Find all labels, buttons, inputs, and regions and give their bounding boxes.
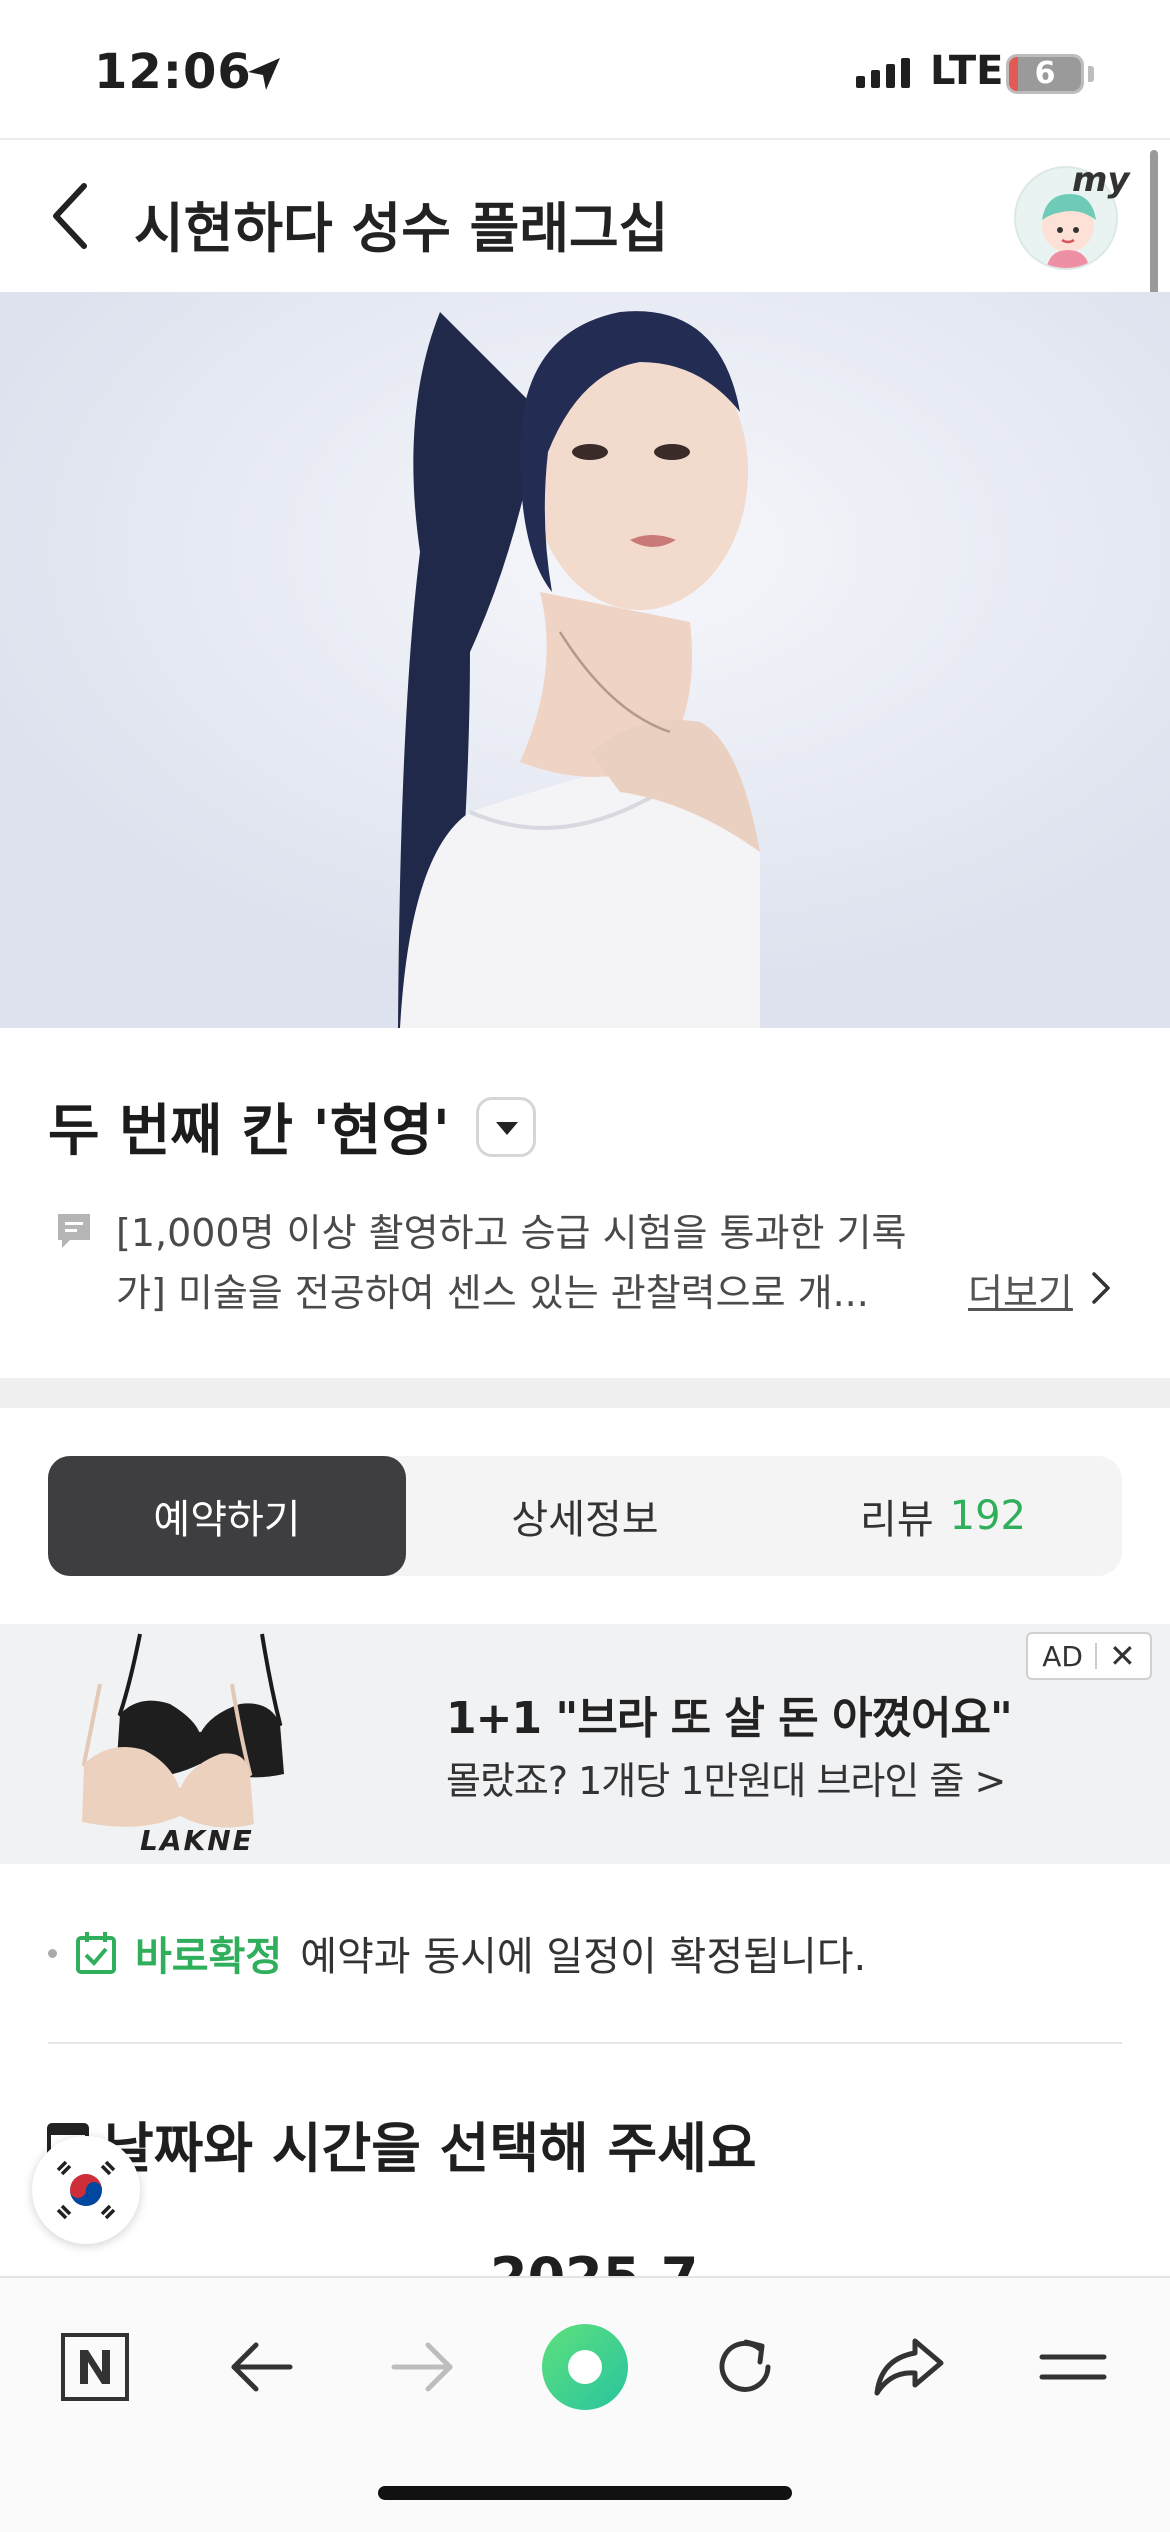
designer-description-line2: 가] 미술을 전공하여 센스 있는 관찰력으로 개... (116, 1271, 869, 1315)
my-badge: my (1072, 160, 1130, 200)
review-count: 192 (949, 1493, 1026, 1539)
signal-icon (856, 58, 910, 88)
home-indicator[interactable] (378, 2486, 792, 2500)
network-label: LTE (930, 48, 1004, 94)
instant-confirm-text: 예약과 동시에 일정이 확정됩니다. (300, 1934, 867, 1980)
korea-flag-icon (56, 2160, 116, 2220)
tab-reviews-label: 리뷰 (860, 1497, 934, 1543)
designer-description-line1: [1,000명 이상 촬영하고 승급 시험을 통과한 기록 (116, 1211, 907, 1255)
portrait-illustration (0, 292, 1170, 1028)
green-dot-glyph (542, 2324, 628, 2410)
status-bar: 12:06 LTE 6 (0, 0, 1170, 140)
chevron-left-icon[interactable] (44, 178, 104, 254)
page-header: 시현하다 성수 플래그십 my (0, 142, 1170, 292)
designer-name: 두 번째 칸 '현영' (48, 1099, 450, 1164)
refresh-icon[interactable] (700, 2322, 790, 2412)
battery-cap (1088, 66, 1094, 82)
instant-confirm-row: 바로확정 예약과 동시에 일정이 확정됩니다. (48, 1924, 866, 1982)
ad-label: AD (1042, 1639, 1083, 1673)
hero-portrait-image (0, 292, 1170, 1028)
tab-bar: 예약하기 상세정보 리뷰 192 (48, 1456, 1122, 1576)
forward-arrow-icon[interactable] (378, 2322, 468, 2412)
share-glyph (874, 2338, 944, 2396)
tab-booking-label: 예약하기 (153, 1497, 301, 1543)
status-time: 12:06 (94, 44, 252, 100)
more-link[interactable]: 더보기 (968, 1262, 1073, 1317)
location-arrow-icon (248, 58, 280, 90)
bullet (48, 1948, 57, 1958)
ad-badge-separator (1094, 1643, 1097, 1669)
close-icon[interactable]: ✕ (1109, 1637, 1136, 1675)
language-button[interactable] (32, 2136, 140, 2244)
ad-subtext: 몰랐죠? 1개당 1만원대 브라인 줄 > (446, 1759, 1006, 1803)
calendar-check-icon (76, 1932, 116, 1974)
tab-reviews[interactable]: 리뷰 192 (764, 1456, 1122, 1576)
section-divider (0, 1378, 1170, 1408)
battery-icon: 6 (1006, 54, 1084, 94)
ad-headline: 1+1 "브라 또 살 돈 아꼈어요" (446, 1693, 1013, 1744)
divider-line (48, 2042, 1122, 2044)
forward-arrow-glyph (391, 2342, 453, 2392)
tab-details[interactable]: 상세정보 (406, 1456, 764, 1576)
chevron-right-icon[interactable] (1088, 1270, 1112, 1306)
share-icon[interactable] (864, 2322, 954, 2412)
tab-details-label: 상세정보 (511, 1497, 659, 1543)
refresh-glyph (719, 2339, 771, 2392)
battery-fill (1009, 57, 1018, 91)
ad-brand: LAKNE (140, 1824, 254, 1857)
speech-bubble-icon (58, 1214, 90, 1248)
designer-dropdown-button[interactable] (475, 1096, 536, 1157)
page-title: 시현하다 성수 플래그십 (134, 197, 669, 260)
ad-badge[interactable]: AD ✕ (1026, 1632, 1152, 1680)
battery-level: 6 (1009, 57, 1081, 91)
ad-product-image (81, 1633, 284, 1828)
tab-booking[interactable]: 예약하기 (48, 1456, 406, 1576)
back-arrow-icon[interactable] (216, 2322, 306, 2412)
naver-n-icon[interactable] (50, 2322, 140, 2412)
ad-banner[interactable]: LAKNE AD ✕ 1+1 "브라 또 살 돈 아꼈어요" 몰랐죠? 1개당 … (0, 1624, 1170, 1864)
menu-glyph (1039, 2354, 1107, 2380)
designer-title-row: 두 번째 칸 '현영' (48, 1086, 536, 1167)
naver-n-glyph (61, 2333, 129, 2401)
green-dot-icon[interactable] (540, 2322, 630, 2412)
instant-confirm-label: 바로확정 (135, 1934, 283, 1980)
date-section-heading: 날짜와 시간을 선택해 주세요 (104, 2117, 757, 2180)
back-arrow-glyph (231, 2342, 293, 2392)
menu-icon[interactable] (1028, 2322, 1118, 2412)
